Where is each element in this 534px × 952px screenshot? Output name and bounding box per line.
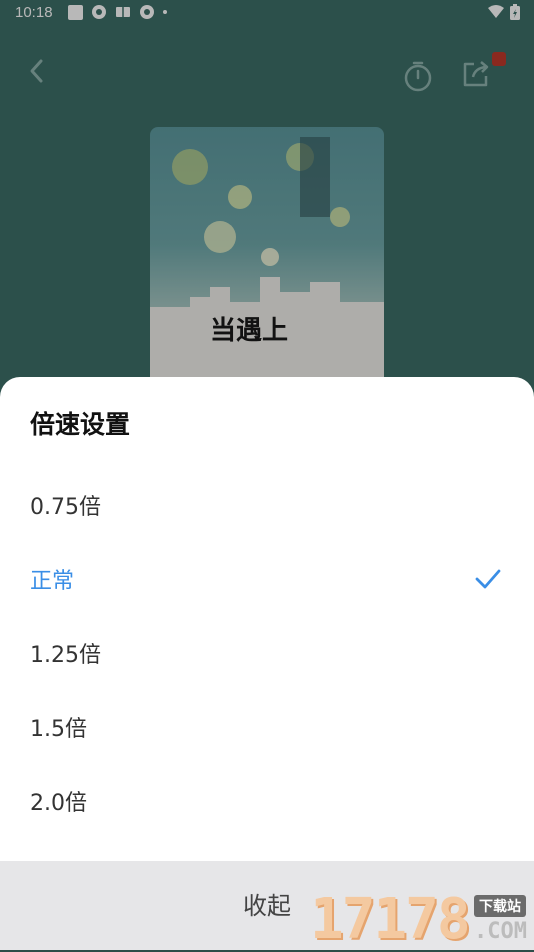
- watermark-domain: .COM: [474, 919, 527, 944]
- site-watermark-logo: 17178 下载站 .COM: [308, 887, 534, 952]
- speed-option-label: 1.25倍: [30, 643, 101, 668]
- speed-option-0-75[interactable]: 0.75倍: [0, 468, 534, 542]
- speed-option-label: 0.75倍: [30, 495, 101, 520]
- speed-option-label: 1.5倍: [30, 717, 87, 742]
- checkmark-icon: [475, 569, 501, 589]
- speed-option-2-0[interactable]: 2.0倍: [0, 764, 534, 838]
- watermark-digits: 17178: [310, 887, 471, 952]
- sheet-title: 倍速设置: [30, 410, 131, 439]
- watermark-tag: 下载站: [474, 895, 526, 917]
- speed-option-normal[interactable]: 正常: [0, 542, 534, 616]
- speed-option-1-25[interactable]: 1.25倍: [0, 616, 534, 690]
- speed-option-label: 2.0倍: [30, 791, 87, 816]
- speed-settings-sheet: 倍速设置 0.75倍 正常 1.25倍 1.5倍 2.0倍 收起: [0, 377, 534, 950]
- speed-option-1-5[interactable]: 1.5倍: [0, 690, 534, 764]
- speed-option-label: 正常: [30, 569, 75, 594]
- collapse-label: 收起: [243, 892, 291, 920]
